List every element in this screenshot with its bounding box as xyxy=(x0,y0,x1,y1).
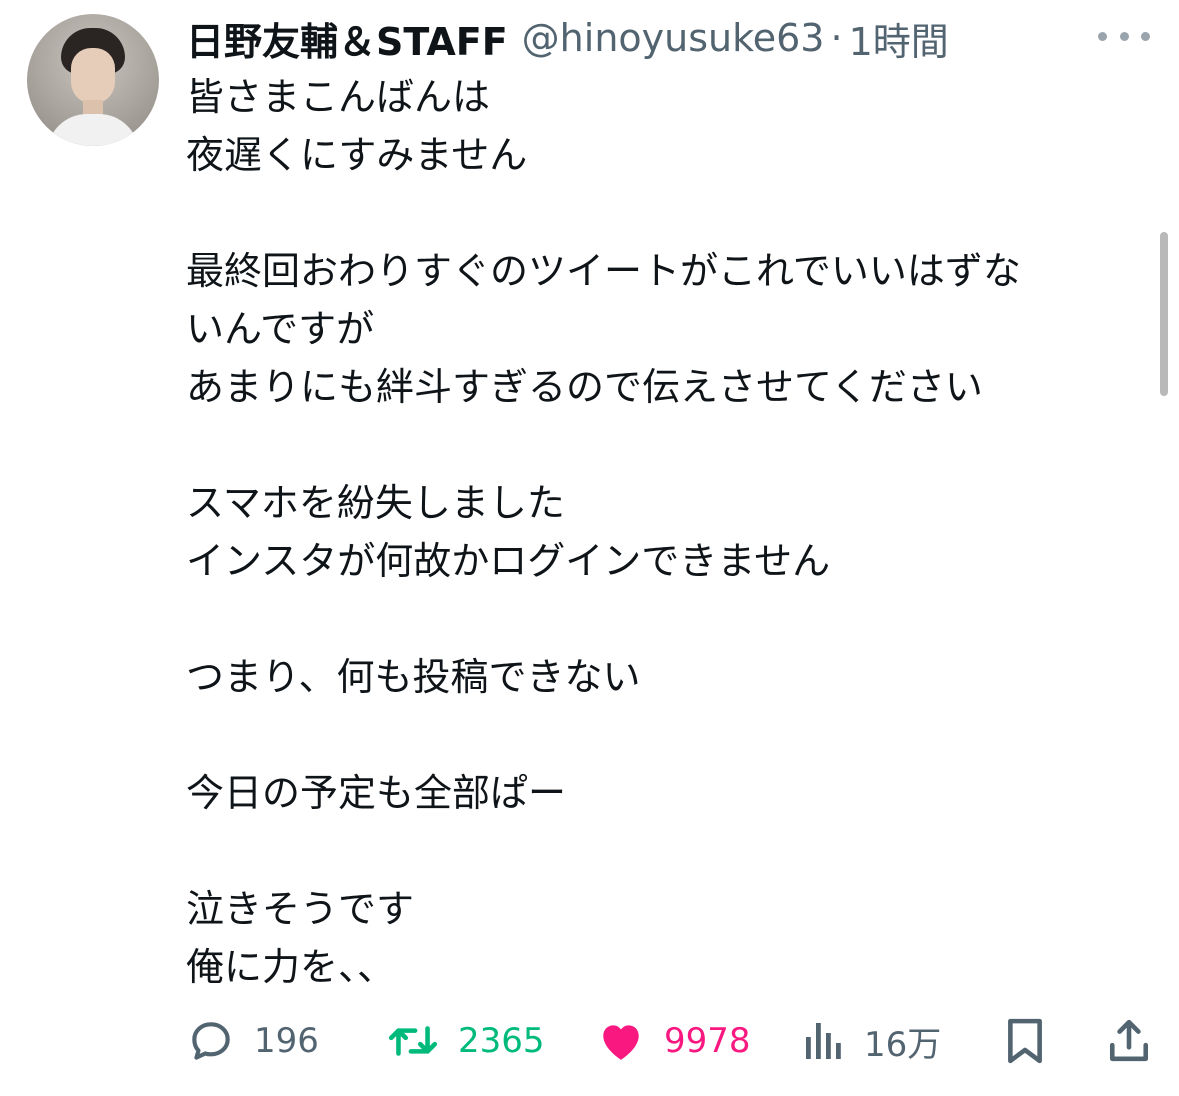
retweet-icon xyxy=(388,1026,438,1056)
action-bar: 196 2365 9978 16万 xyxy=(186,1010,1156,1072)
like-count: 9978 xyxy=(664,1021,751,1061)
avatar-shirt xyxy=(47,114,139,146)
views-icon xyxy=(806,1023,841,1059)
more-dot xyxy=(1141,31,1150,41)
tweet-text-line: 夜遅くにすみません xyxy=(186,133,528,177)
tweet-text-line: つまり、何も投稿できない xyxy=(186,655,641,699)
scrollbar[interactable] xyxy=(1160,232,1168,396)
share-button[interactable] xyxy=(1106,1010,1152,1072)
separator-dot: · xyxy=(830,16,843,60)
more-icon[interactable] xyxy=(1098,26,1150,46)
tweet-text-line: 今日の予定も全部ぱー xyxy=(186,771,567,815)
retweet-count: 2365 xyxy=(458,1021,545,1061)
bookmark-icon xyxy=(1008,1018,1042,1064)
tweet-text-line: いんですが xyxy=(186,307,375,351)
more-dot xyxy=(1098,31,1107,41)
views-button[interactable]: 16万 xyxy=(802,1010,941,1072)
tweet-text-line: スマホを紛失しました xyxy=(186,481,565,525)
share-icon xyxy=(1109,1019,1149,1062)
tweet-text-line: 俺に力を、、 xyxy=(186,945,396,989)
reply-count: 196 xyxy=(254,1021,319,1061)
display-name[interactable]: 日野友輔＆STAFF xyxy=(186,11,508,66)
tweet-header: 日野友輔＆STAFF @hinoyusuke63 · 1時間 xyxy=(186,10,949,66)
tweet-text-line: あまりにも絆斗すぎるので伝えさせてください xyxy=(186,365,983,409)
tweet-text: 皆さまこんばんは 夜遅くにすみません最終回おわりすぐのツイートがこれでいいはずない… xyxy=(186,68,1146,996)
views-count: 16万 xyxy=(864,1024,942,1065)
retweet-button[interactable]: 2365 xyxy=(386,1010,545,1072)
avatar-face xyxy=(71,48,115,104)
like-button[interactable]: 9978 xyxy=(596,1010,751,1072)
reply-icon xyxy=(192,1022,230,1060)
tweet-text-line: インスタが何故かログインできません xyxy=(186,539,831,583)
more-dot xyxy=(1119,31,1129,41)
bookmark-button[interactable] xyxy=(1002,1010,1048,1072)
avatar[interactable] xyxy=(27,14,159,146)
tweet-text-line: 泣きそうです xyxy=(186,887,415,931)
heart-icon xyxy=(603,1025,639,1060)
timestamp[interactable]: 1時間 xyxy=(849,11,949,66)
tweet-text-line: 最終回おわりすぐのツイートがこれでいいはずな xyxy=(186,249,1021,293)
tweet-text-line: 皆さまこんばんは xyxy=(186,75,491,119)
tweet: 日野友輔＆STAFF @hinoyusuke63 · 1時間 皆さまこんばんは夜… xyxy=(0,0,1179,1096)
user-handle[interactable]: @hinoyusuke63 xyxy=(522,16,825,60)
reply-button[interactable]: 196 xyxy=(186,1010,319,1072)
